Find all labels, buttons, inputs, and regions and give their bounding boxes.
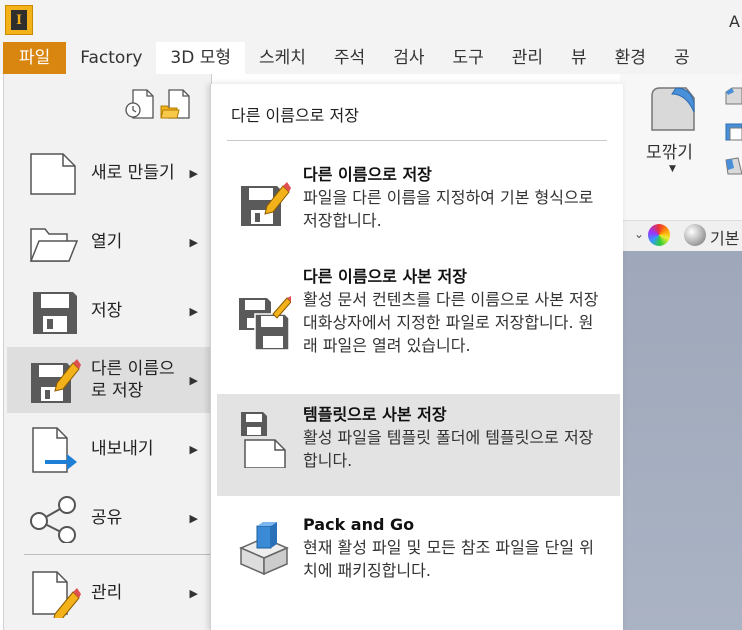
shell-icon[interactable] (724, 122, 742, 142)
save-icon (33, 292, 77, 334)
submenu-item-text: Pack and Go 현재 활성 파일 및 모든 참조 파일을 단일 위치에 … (303, 514, 603, 582)
open-folder-icon[interactable] (159, 86, 191, 120)
submenu-item-text: 다른 이름으로 사본 저장 활성 문서 컨텐츠를 다른 이름으로 사본 저장 대… (303, 266, 603, 357)
share-icon (30, 496, 76, 543)
tab-environments[interactable]: 환경 (601, 42, 660, 74)
submenu-item-text: 템플릿으로 사본 저장 활성 파일을 템플릿 폴더에 템플릿으로 저장합니다. (303, 404, 603, 472)
submenu-item-save-copy-as-template[interactable]: 템플릿으로 사본 저장 활성 파일을 템플릿 폴더에 템플릿으로 저장합니다. (217, 394, 620, 496)
tab-manage[interactable]: 관리 (498, 42, 557, 74)
chevron-right-icon: ▶ (189, 235, 198, 249)
recent-documents-icon[interactable] (123, 86, 155, 120)
menu-item-new-label: 새로 만들기 (91, 163, 175, 183)
submenu-item-save-copy-as[interactable]: 다른 이름으로 사본 저장 활성 문서 컨텐츠를 다른 이름으로 사본 저장 대… (217, 256, 620, 388)
window-title: A (729, 12, 740, 31)
material-sphere-icon[interactable] (684, 224, 706, 246)
chevron-right-icon: ▶ (189, 304, 198, 318)
quick-access-icons (123, 86, 191, 120)
tab-annotate[interactable]: 주석 (320, 42, 379, 74)
menu-item-save-as-label: 다른 이름으로 저장 (91, 359, 175, 401)
submenu-item-name: Pack and Go (303, 515, 415, 534)
graphics-viewport[interactable] (620, 251, 742, 630)
tab-factory[interactable]: Factory (66, 42, 156, 74)
save-as-submenu: 다른 이름으로 저장 다른 이름으로 저장 파일을 다른 이름을 지정하여 기본… (210, 84, 623, 630)
menu-item-manage-label: 관리 (91, 583, 123, 603)
submenu-item-name: 템플릿으로 사본 저장 (303, 405, 447, 424)
draft-icon[interactable] (724, 156, 742, 176)
submenu-title: 다른 이름으로 저장 (231, 106, 359, 125)
menu-item-new[interactable]: 새로 만들기 ▶ (7, 140, 210, 206)
submenu-item-name: 다른 이름으로 사본 저장 (303, 267, 467, 286)
menu-item-open[interactable]: 열기 ▶ (7, 209, 210, 275)
tab-3d-model[interactable]: 3D 모형 (156, 42, 245, 74)
app-logo-letter: I (11, 10, 27, 30)
chevron-right-icon: ▶ (189, 442, 198, 456)
save-as-icon (31, 359, 81, 403)
menu-item-share[interactable]: 공유 ▶ (7, 485, 210, 551)
fillet-dropdown-icon[interactable]: ▼ (669, 164, 676, 174)
app-logo[interactable]: I (5, 5, 33, 35)
fillet-label[interactable]: 모깎기 (646, 138, 693, 163)
menu-item-save-as[interactable]: 다른 이름으로 저장 ▶ (7, 347, 210, 413)
menu-item-open-label: 열기 (91, 232, 123, 252)
color-wheel-icon[interactable] (648, 224, 670, 246)
export-icon (32, 427, 77, 473)
tab-file[interactable]: 파일 (3, 42, 67, 74)
open-folder-icon (29, 228, 79, 262)
title-bar: I A (0, 0, 742, 42)
file-menu: 새로 만들기 ▶ 열기 ▶ 저장 ▶ 다른 이름으로 저장 ▶ 내보내기 ▶ 공… (3, 74, 214, 630)
submenu-item-name: 다른 이름으로 저장 (303, 165, 432, 184)
chevron-right-icon: ▶ (189, 586, 198, 600)
fillet-icon[interactable] (646, 82, 698, 136)
submenu-item-description: 활성 파일을 템플릿 폴더에 템플릿으로 저장합니다. (303, 428, 594, 470)
submenu-item-description: 현재 활성 파일 및 모든 참조 파일을 단일 위치에 패키징합니다. (303, 538, 594, 580)
ribbon-panel: 모깎기 ▼ (620, 74, 742, 220)
pack-and-go-icon (239, 522, 289, 576)
chamfer-icon[interactable] (724, 86, 742, 106)
submenu-item-description: 활성 문서 컨텐츠를 다른 이름으로 사본 저장 대화상자에서 지정한 파일로 … (303, 290, 599, 355)
chevron-right-icon: ▶ (189, 166, 198, 180)
submenu-item-description: 파일을 다른 이름을 지정하여 기본 형식으로 저장합니다. (303, 188, 594, 230)
material-label[interactable]: 기본 (710, 225, 739, 249)
save-as-template-icon (241, 412, 286, 468)
menu-item-save-label: 저장 (91, 301, 123, 321)
submenu-item-pack-and-go[interactable]: Pack and Go 현재 활성 파일 및 모든 참조 파일을 단일 위치에 … (217, 504, 620, 594)
tab-inspect[interactable]: 검사 (379, 42, 438, 74)
chevron-right-icon: ▶ (189, 373, 198, 387)
tab-more[interactable]: 공 (660, 42, 704, 74)
menu-item-export[interactable]: 내보내기 ▶ (7, 416, 210, 482)
tab-sketch[interactable]: 스케치 (245, 42, 320, 74)
save-copy-as-icon (239, 296, 291, 351)
quick-access-style-bar: ⌄ 기본 (620, 220, 742, 251)
menu-separator (24, 554, 214, 555)
tab-tools[interactable]: 도구 (438, 42, 497, 74)
menu-item-save[interactable]: 저장 ▶ (7, 278, 210, 344)
ribbon-tab-bar: 파일 Factory 3D 모형 스케치 주석 검사 도구 관리 뷰 환경 공 (0, 42, 742, 74)
chevron-right-icon: ▶ (189, 511, 198, 525)
save-as-icon (241, 182, 291, 226)
new-document-icon (30, 153, 76, 195)
menu-item-manage[interactable]: 관리 ▶ (7, 560, 210, 626)
menu-item-export-label: 내보내기 (91, 439, 154, 459)
menu-item-share-label: 공유 (91, 508, 123, 528)
tab-view[interactable]: 뷰 (557, 42, 601, 74)
submenu-item-save-as[interactable]: 다른 이름으로 저장 파일을 다른 이름을 지정하여 기본 형식으로 저장합니다… (217, 154, 620, 252)
submenu-item-text: 다른 이름으로 저장 파일을 다른 이름을 지정하여 기본 형식으로 저장합니다… (303, 164, 603, 232)
manage-icon (32, 571, 81, 618)
chevron-down-icon[interactable]: ⌄ (634, 227, 644, 241)
submenu-separator (227, 140, 607, 141)
